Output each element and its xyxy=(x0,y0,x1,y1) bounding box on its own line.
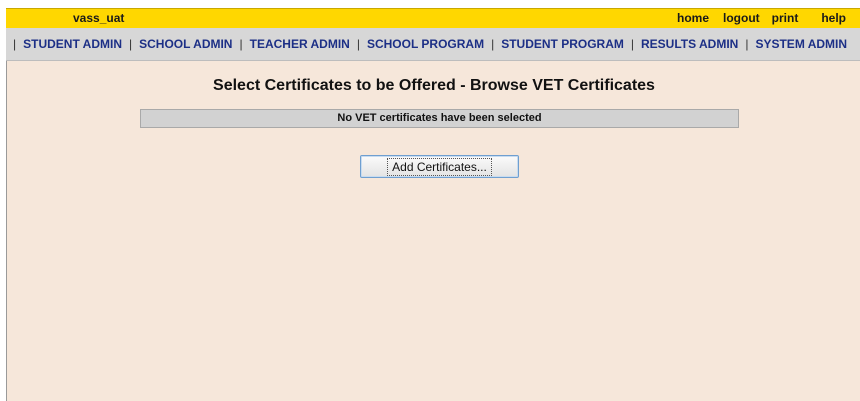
nav-separator: | xyxy=(745,37,749,51)
print-link[interactable]: print xyxy=(772,11,799,26)
environment-label: vass_uat xyxy=(73,11,125,25)
help-link[interactable]: help xyxy=(821,11,846,26)
add-certificates-button[interactable]: Add Certificates... xyxy=(360,155,519,178)
nav-separator: | xyxy=(356,37,360,51)
utility-links: home logout print help xyxy=(677,11,846,26)
nav-item-results-admin[interactable]: RESULTS ADMIN xyxy=(641,37,738,52)
nav-item-student-admin[interactable]: STUDENT ADMIN xyxy=(23,37,122,52)
home-link[interactable]: home xyxy=(677,11,709,26)
nav-items: | STUDENT ADMIN | SCHOOL ADMIN | TEACHER… xyxy=(6,37,847,52)
main-content: Select Certificates to be Offered - Brow… xyxy=(6,61,860,401)
nav-separator: | xyxy=(630,37,634,51)
add-certificates-label: Add Certificates... xyxy=(387,157,492,176)
nav-item-system-admin[interactable]: SYSTEM ADMIN xyxy=(755,37,847,52)
logout-link[interactable]: logout xyxy=(723,11,760,26)
window-top-edge xyxy=(0,0,860,8)
nav-item-teacher-admin[interactable]: TEACHER ADMIN xyxy=(250,37,350,52)
nav-item-school-admin[interactable]: SCHOOL ADMIN xyxy=(139,37,232,52)
nav-separator: | xyxy=(129,37,133,51)
empty-certificates-message: No VET certificates have been selected xyxy=(140,109,739,128)
main-nav: | STUDENT ADMIN | SCHOOL ADMIN | TEACHER… xyxy=(6,28,860,61)
header-bar: vass_uat home logout print help xyxy=(6,8,860,28)
nav-separator: | xyxy=(491,37,495,51)
nav-item-student-program[interactable]: STUDENT PROGRAM xyxy=(501,37,624,52)
page-title: Select Certificates to be Offered - Brow… xyxy=(213,77,655,94)
nav-item-school-program[interactable]: SCHOOL PROGRAM xyxy=(367,37,484,52)
nav-separator: | xyxy=(239,37,243,51)
app-window: vass_uat home logout print help | STUDEN… xyxy=(0,0,860,401)
nav-separator: | xyxy=(13,37,17,51)
